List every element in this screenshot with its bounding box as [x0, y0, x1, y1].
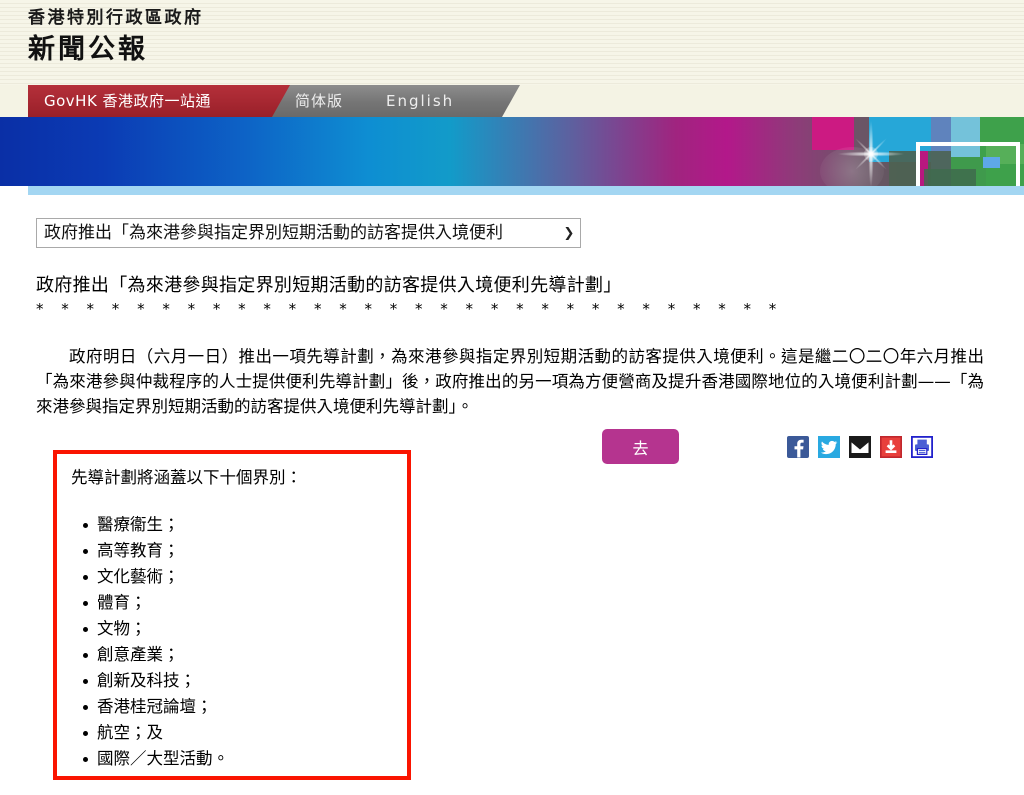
- article-separator: * * * * * * * * * * * * * * * * * * * * …: [36, 300, 783, 318]
- article-toolbar: 政府推出「為來港參與指定界別短期活動的訪客提供入境便利 ❯ 去: [0, 212, 1024, 464]
- starburst-icon: [838, 121, 904, 186]
- banner-white-frame: [916, 142, 1020, 186]
- list-item: 文物；: [83, 616, 407, 642]
- list-item: 體育；: [83, 590, 407, 616]
- list-item: 文化藝術；: [83, 564, 407, 590]
- list-item: 高等教育；: [83, 538, 407, 564]
- sector-box-lead-text: 先導計劃將涵蓋以下十個界別：: [71, 468, 302, 487]
- chevron-down-icon[interactable]: ❯: [558, 226, 580, 241]
- facebook-icon[interactable]: [787, 436, 809, 458]
- banner-bottom-accent-strip: [28, 186, 1024, 195]
- print-icon[interactable]: [911, 436, 933, 458]
- nav-link-simplified-chinese[interactable]: 简体版: [295, 85, 343, 117]
- sector-highlight-box: 先導計劃將涵蓋以下十個界別： 醫療衞生； 高等教育； 文化藝術； 體育； 文物；…: [53, 450, 411, 780]
- decorative-banner: [0, 117, 1024, 186]
- starburst-core: [864, 147, 878, 161]
- list-item: 創新及科技；: [83, 668, 407, 694]
- share-icon-row: [787, 436, 933, 458]
- twitter-icon[interactable]: [818, 436, 840, 458]
- article-paragraph: 政府明日（六月一日）推出一項先導計劃，為來港參與指定界別短期活動的訪客提供入境便…: [36, 347, 984, 416]
- article-select[interactable]: 政府推出「為來港參與指定界別短期活動的訪客提供入境便利 ❯: [36, 218, 581, 248]
- sector-list: 醫療衞生； 高等教育； 文化藝術； 體育； 文物； 創意產業； 創新及科技； 香…: [57, 512, 407, 772]
- go-button[interactable]: 去: [602, 429, 679, 464]
- top-navigation-bar: GovHK 香港政府一站通 简体版 English: [0, 85, 1024, 117]
- article-select-value: 政府推出「為來港參與指定界別短期活動的訪客提供入境便利: [44, 223, 503, 243]
- nav-link-english[interactable]: English: [386, 85, 454, 117]
- page-title: 新聞公報: [28, 34, 148, 65]
- list-item: 航空；及: [83, 720, 407, 746]
- list-item: 創意產業；: [83, 642, 407, 668]
- email-icon[interactable]: [849, 436, 871, 458]
- download-icon[interactable]: [880, 436, 902, 458]
- list-item: 香港桂冠論壇；: [83, 694, 407, 720]
- article-headline: 政府推出「為來港參與指定界別短期活動的訪客提供入境便利先導計劃」: [36, 275, 622, 296]
- list-item: 醫療衞生；: [83, 512, 407, 538]
- government-name: 香港特別行政區政府: [28, 8, 204, 28]
- nav-brand-label[interactable]: GovHK 香港政府一站通: [44, 85, 211, 117]
- list-item: 國際／大型活動。: [83, 746, 407, 772]
- masthead-titles: 香港特別行政區政府 新聞公報: [28, 6, 204, 68]
- masthead: 香港特別行政區政府 新聞公報: [0, 0, 1024, 85]
- article-content: 政府推出「為來港參與指定界別短期活動的訪客提供入境便利先導計劃」 * * * *…: [0, 272, 1024, 419]
